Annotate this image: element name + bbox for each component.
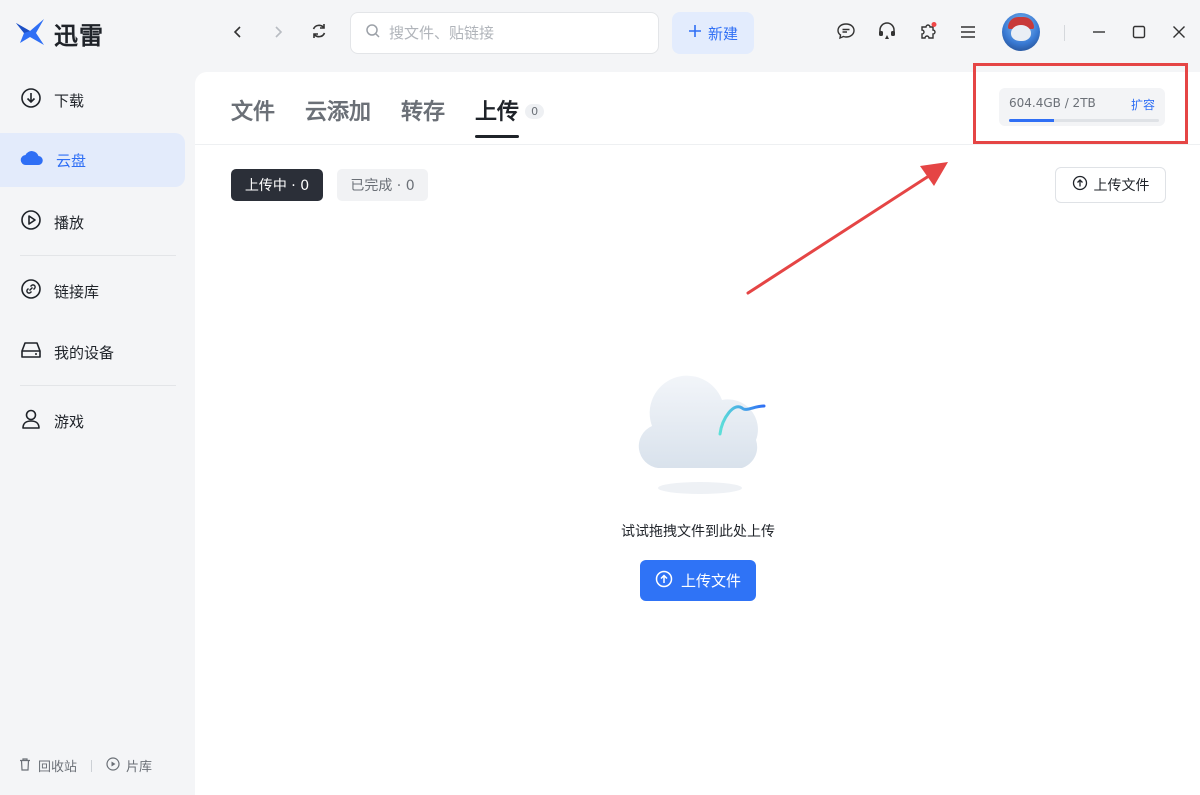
close-icon	[1172, 24, 1186, 43]
annotation-highlight-box	[973, 63, 1188, 144]
recycle-bin-link[interactable]: 回收站	[18, 756, 77, 775]
refresh-icon	[310, 22, 328, 44]
sidebar-item-cloud[interactable]: 云盘	[0, 133, 185, 187]
upload-file-label: 上传文件	[1093, 178, 1150, 194]
sidebar-item-label: 链接库	[54, 282, 100, 301]
maximize-icon	[1132, 24, 1146, 43]
back-button[interactable]	[225, 20, 251, 46]
tab-bar: 文件 云添加 转存 上传 0	[231, 94, 545, 138]
sidebar-item-label: 游戏	[54, 412, 85, 431]
sidebar-item-devices[interactable]: 我的设备	[0, 325, 185, 379]
tab-label: 文件	[231, 100, 276, 125]
sidebar: 下载 云盘 播放 链接库 我的设备 游戏 回收站 片库	[0, 66, 195, 795]
toolbar-divider	[1064, 25, 1065, 41]
sidebar-item-games[interactable]: 游戏	[0, 394, 185, 448]
message-button[interactable]	[834, 21, 858, 45]
user-avatar[interactable]	[1002, 13, 1040, 51]
tab-label: 云添加	[305, 100, 372, 125]
video-library-link[interactable]: 片库	[106, 756, 152, 775]
tab-files[interactable]: 文件	[231, 94, 275, 138]
tab-label: 转存	[401, 100, 446, 125]
device-icon	[20, 339, 42, 365]
sidebar-item-download[interactable]: 下载	[0, 73, 185, 127]
tab-transfer[interactable]: 转存	[401, 94, 445, 138]
empty-cloud-illustration	[638, 375, 766, 494]
sidebar-item-links[interactable]: 链接库	[0, 264, 185, 318]
tab-label: 上传	[475, 100, 520, 125]
download-icon	[20, 87, 42, 113]
thunder-bird-icon	[14, 17, 48, 51]
trash-icon	[18, 757, 32, 775]
tab-cloud-add[interactable]: 云添加	[305, 94, 371, 138]
tab-upload[interactable]: 上传 0	[475, 94, 545, 138]
forward-button[interactable]	[265, 20, 291, 46]
search-input[interactable]	[389, 24, 639, 42]
sidebar-divider	[20, 255, 176, 256]
game-icon	[20, 408, 42, 434]
app-logo: 迅雷	[14, 16, 104, 51]
plugin-button[interactable]	[916, 21, 940, 45]
annotation-arrow	[746, 162, 948, 295]
maximize-button[interactable]	[1127, 21, 1151, 45]
cloud-upload-icon	[655, 570, 673, 592]
empty-state-hint: 试试拖拽文件到此处上传	[621, 524, 775, 540]
plugin-icon	[918, 21, 938, 45]
title-bar: 迅雷 新建	[0, 0, 1200, 66]
link-icon	[20, 278, 42, 304]
minimize-icon	[1092, 24, 1106, 43]
sidebar-item-label: 云盘	[56, 151, 87, 170]
recycle-bin-label: 回收站	[38, 760, 78, 775]
plus-icon	[688, 24, 702, 42]
search-box[interactable]	[350, 12, 659, 54]
cloud-upload-icon	[1072, 175, 1088, 195]
filter-uploading[interactable]: 上传中 · 0	[231, 169, 323, 201]
sidebar-divider	[20, 385, 176, 386]
play-icon	[20, 209, 42, 235]
close-button[interactable]	[1167, 21, 1191, 45]
film-icon	[106, 756, 120, 775]
search-icon	[365, 23, 381, 43]
upload-file-button-top[interactable]: 上传文件	[1055, 167, 1166, 203]
sidebar-item-play[interactable]: 播放	[0, 195, 185, 249]
filter-completed[interactable]: 已完成 · 0	[337, 169, 428, 201]
sidebar-item-label: 我的设备	[54, 343, 115, 362]
back-icon	[231, 24, 245, 43]
tabs-divider	[195, 144, 1200, 145]
upload-file-button[interactable]: 上传文件	[640, 560, 756, 601]
main-menu-button[interactable]	[956, 21, 980, 45]
minimize-button[interactable]	[1087, 21, 1111, 45]
headset-icon	[877, 21, 897, 45]
refresh-button[interactable]	[306, 20, 332, 46]
menu-icon	[960, 24, 976, 43]
service-button[interactable]	[875, 21, 899, 45]
video-library-label: 片库	[126, 760, 153, 775]
sidebar-item-label: 播放	[54, 213, 85, 232]
new-button-label: 新建	[707, 24, 738, 43]
new-button[interactable]: 新建	[672, 12, 754, 54]
upload-file-label: 上传文件	[680, 572, 741, 590]
tab-count-badge: 0	[525, 104, 545, 119]
message-icon	[836, 21, 856, 45]
app-name: 迅雷	[54, 22, 104, 50]
cloud-icon	[20, 148, 44, 172]
forward-icon	[271, 24, 285, 43]
sidebar-item-label: 下载	[54, 91, 85, 110]
sidebar-footer: 回收站 片库	[18, 756, 152, 775]
